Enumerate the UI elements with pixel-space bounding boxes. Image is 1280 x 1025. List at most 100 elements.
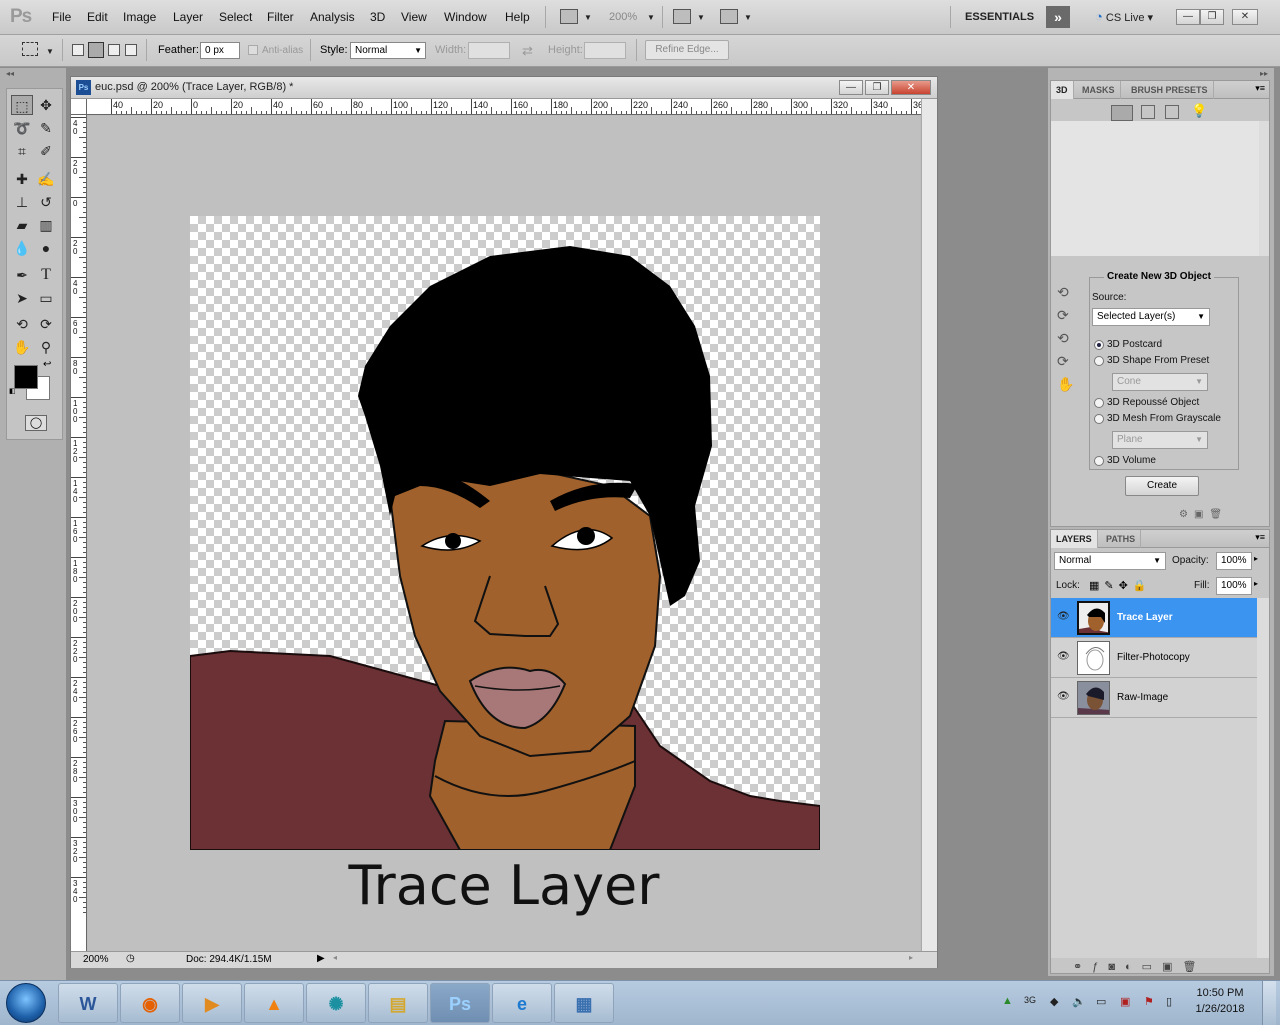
- foreground-color-swatch[interactable]: [14, 365, 38, 389]
- 3d-pan-icon[interactable]: ⟲: [1057, 327, 1074, 350]
- pen-tool-icon[interactable]: ✒: [11, 265, 33, 285]
- tray-security-icon[interactable]: ▣: [1120, 995, 1130, 1008]
- menu-help[interactable]: Help: [505, 10, 530, 24]
- document-title-bar[interactable]: Ps euc.psd @ 200% (Trace Layer, RGB/8) *…: [71, 77, 937, 99]
- dodge-tool-icon[interactable]: ●: [35, 238, 57, 258]
- tab-3d[interactable]: 3D: [1051, 81, 1074, 99]
- chevron-down-icon[interactable]: ▼: [584, 13, 592, 22]
- filter-materials-icon[interactable]: [1165, 105, 1179, 119]
- media-player-icon[interactable]: ▶: [182, 983, 242, 1023]
- status-menu-arrow[interactable]: ▶: [317, 953, 325, 964]
- word-icon[interactable]: W: [58, 983, 118, 1023]
- 3d-slide-icon[interactable]: ⟳: [1057, 350, 1074, 373]
- lasso-tool-icon[interactable]: ➰: [11, 118, 33, 138]
- new-layer-icon[interactable]: ▣: [1162, 961, 1182, 973]
- system-clock[interactable]: 10:50 PM 1/26/2018: [1190, 985, 1250, 1017]
- style-select[interactable]: Normal ▼: [350, 42, 426, 59]
- move-tool-icon[interactable]: ✥: [35, 95, 57, 115]
- link-layers-icon[interactable]: ⚭: [1073, 961, 1092, 973]
- bridge-icon[interactable]: [560, 9, 578, 24]
- 3d-rotate-tool-icon[interactable]: ⟲: [11, 314, 33, 334]
- trash-icon[interactable]: 🗑: [1209, 509, 1228, 520]
- explorer-icon[interactable]: ▤: [368, 983, 428, 1023]
- layer-name[interactable]: Filter-Photocopy: [1117, 652, 1190, 663]
- blur-tool-icon[interactable]: 💧: [11, 238, 33, 258]
- filter-lights-icon[interactable]: 💡: [1191, 103, 1207, 119]
- chevron-down-icon[interactable]: ▼: [697, 13, 705, 22]
- source-select[interactable]: Selected Layer(s) ▼: [1092, 308, 1210, 326]
- intersect-selection-icon[interactable]: [125, 44, 137, 56]
- doc-minimize-button[interactable]: —: [839, 80, 863, 95]
- photoshop-icon[interactable]: Ps: [430, 983, 490, 1023]
- menu-file[interactable]: File: [52, 10, 71, 24]
- gradient-tool-icon[interactable]: ▥: [35, 215, 57, 235]
- trash-icon[interactable]: 🗑: [1182, 961, 1206, 973]
- radio-3d-mesh-grayscale[interactable]: [1094, 414, 1104, 424]
- menu-3d[interactable]: 3D: [370, 10, 385, 24]
- doc-restore-button[interactable]: ❐: [865, 80, 889, 95]
- menu-layer[interactable]: Layer: [173, 10, 203, 24]
- new-selection-icon[interactable]: [72, 44, 84, 56]
- tab-masks[interactable]: MASKS: [1077, 81, 1121, 99]
- width-input[interactable]: [468, 42, 510, 59]
- scene-list-scrollbar[interactable]: [1259, 121, 1269, 256]
- path-selection-tool-icon[interactable]: ➤: [11, 288, 33, 308]
- option-3d-shape-preset[interactable]: 3D Shape From Preset: [1107, 355, 1209, 366]
- close-button[interactable]: ✕: [1232, 9, 1258, 25]
- layers-scrollbar[interactable]: [1257, 598, 1269, 958]
- lock-transparency-icon[interactable]: ▦: [1089, 580, 1104, 592]
- visibility-eye-icon[interactable]: 👁: [1057, 651, 1071, 663]
- 3d-orbit-tool-icon[interactable]: ⟳: [35, 314, 57, 334]
- control-panel-icon[interactable]: ▦: [554, 983, 614, 1023]
- radio-3d-postcard[interactable]: [1094, 340, 1104, 350]
- doc-close-button[interactable]: ✕: [891, 80, 931, 95]
- 3d-rotate-icon[interactable]: ⟲: [1057, 281, 1074, 304]
- scroll-left-icon[interactable]: ◂: [333, 953, 337, 962]
- 3d-roll-icon[interactable]: ⟳: [1057, 304, 1074, 327]
- option-3d-repousse[interactable]: 3D Repoussé Object: [1107, 397, 1199, 408]
- menu-filter[interactable]: Filter: [267, 10, 294, 24]
- anti-alias-checkbox[interactable]: [248, 45, 258, 55]
- preset-select[interactable]: Cone ▼: [1112, 373, 1208, 391]
- show-desktop-button[interactable]: [1262, 981, 1276, 1025]
- cs-live-menu[interactable]: ◔ CS Live ▾: [1095, 9, 1153, 24]
- radio-3d-shape-preset[interactable]: [1094, 356, 1104, 366]
- action-center-icon[interactable]: ⚑: [1144, 995, 1154, 1008]
- menu-image[interactable]: Image: [123, 10, 156, 24]
- swap-colors-icon[interactable]: ↩: [43, 359, 51, 370]
- chevron-down-icon[interactable]: ▼: [647, 13, 655, 22]
- chevron-down-icon[interactable]: ▼: [46, 47, 54, 56]
- option-3d-volume[interactable]: 3D Volume: [1107, 455, 1156, 466]
- tray-monitor-icon[interactable]: ▯: [1166, 995, 1172, 1008]
- volume-icon[interactable]: 🔈: [1072, 995, 1086, 1008]
- tray-display-icon[interactable]: ▭: [1096, 995, 1106, 1008]
- opacity-input[interactable]: 100%: [1216, 552, 1252, 570]
- feather-input[interactable]: 0 px: [200, 42, 240, 59]
- chevron-down-icon[interactable]: ▼: [744, 13, 752, 22]
- chevron-right-icon[interactable]: ▸: [1254, 554, 1258, 563]
- layer-row-filter-photocopy[interactable]: 👁 Filter-Photocopy: [1051, 638, 1257, 678]
- eyedropper-tool-icon[interactable]: ✐: [35, 141, 57, 161]
- filter-scene-icon[interactable]: [1111, 105, 1133, 121]
- hand-tool-icon[interactable]: ✋: [11, 337, 33, 357]
- adjustment-layer-icon[interactable]: ◐: [1125, 961, 1142, 973]
- mesh-select[interactable]: Plane ▼: [1112, 431, 1208, 449]
- internet-explorer-icon[interactable]: e: [492, 983, 552, 1023]
- menu-window[interactable]: Window: [444, 10, 487, 24]
- lock-position-icon[interactable]: ✥: [1119, 580, 1133, 592]
- refine-edge-button[interactable]: Refine Edge...: [645, 40, 729, 60]
- lock-pixels-icon[interactable]: ✎: [1104, 580, 1118, 592]
- firefox-icon[interactable]: ◉: [120, 983, 180, 1023]
- menu-view[interactable]: View: [401, 10, 427, 24]
- history-brush-tool-icon[interactable]: ↺: [35, 192, 57, 212]
- zoom-level[interactable]: 200%: [609, 11, 637, 23]
- fill-input[interactable]: 100%: [1216, 577, 1252, 595]
- add-to-selection-icon[interactable]: [88, 42, 104, 58]
- new-icon[interactable]: ▣: [1194, 509, 1209, 520]
- layer-style-icon[interactable]: ƒ: [1092, 961, 1108, 973]
- menu-select[interactable]: Select: [219, 10, 252, 24]
- swap-icon[interactable]: ⇄: [522, 43, 533, 59]
- image-canvas[interactable]: [190, 216, 820, 850]
- new-group-icon[interactable]: ▭: [1142, 961, 1162, 973]
- toggle-icon[interactable]: ⚙: [1179, 509, 1194, 520]
